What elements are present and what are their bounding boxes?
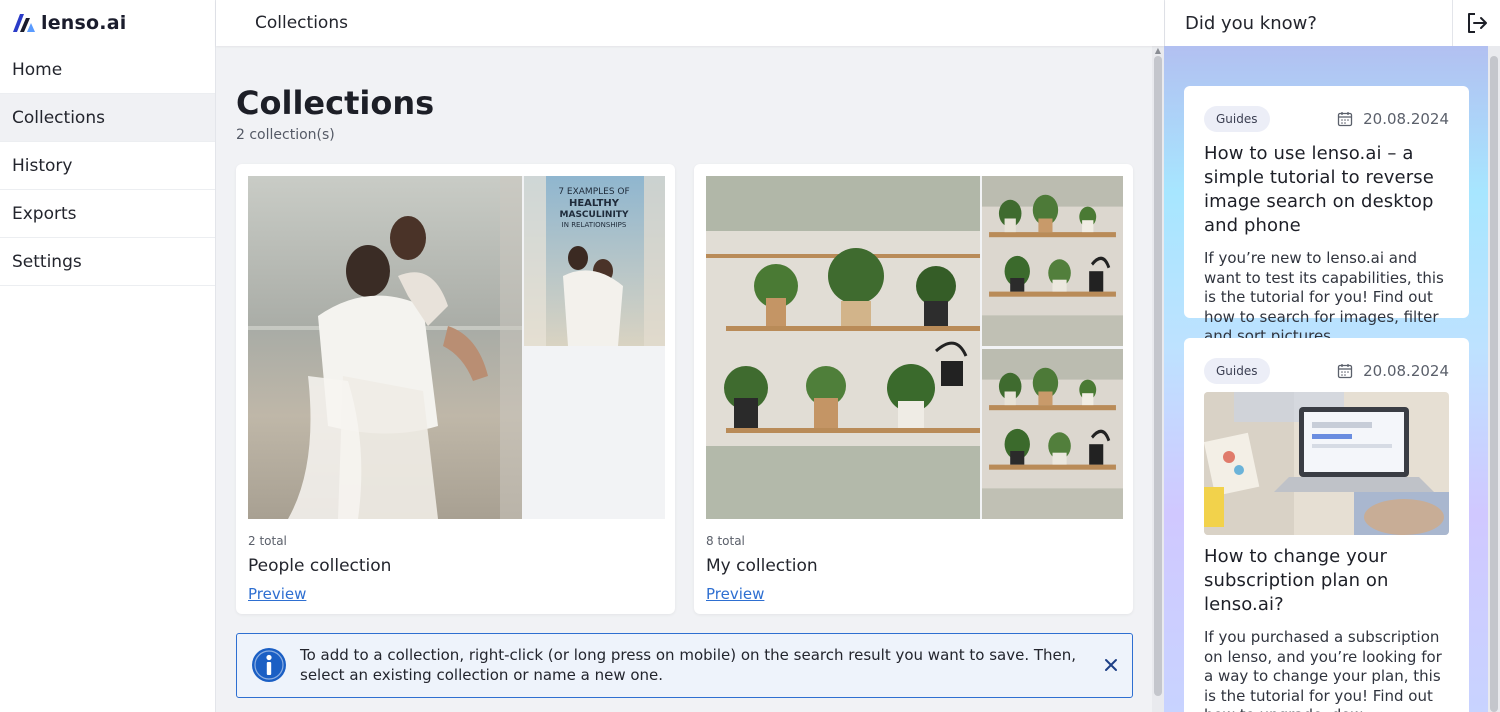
main-content: Collections 2 collection(s) 7 EXAMPLES O… [216,46,1152,712]
svg-text:IN RELATIONSHIPS: IN RELATIONSHIPS [562,221,627,229]
collection-name: My collection [706,556,818,576]
logo[interactable]: lenso.ai [0,0,215,46]
info-icon [252,648,286,682]
info-text: To add to a collection, right-click (or … [300,646,1077,684]
sidebar: lenso.ai Home Collections History Export… [0,0,216,712]
article-date-text: 20.08.2024 [1363,110,1449,128]
logo-text: lenso.ai [41,12,127,34]
article-card[interactable]: Guides 20.08.2024 How to change your sub… [1184,338,1469,712]
article-thumbnail[interactable] [1204,392,1449,535]
svg-text:MASCULINITY: MASCULINITY [560,210,629,220]
scroll-up-icon[interactable]: ▲ [1154,47,1162,55]
sidebar-item-history[interactable]: History [0,142,215,190]
svg-text:HEALTHY: HEALTHY [569,198,620,209]
collection-total: 2 total [248,534,287,548]
article-title[interactable]: How to change your subscription plan on … [1204,545,1449,617]
scrollbar-thumb[interactable] [1490,56,1498,712]
collection-thumbnails[interactable] [706,176,1123,519]
collection-name: People collection [248,556,392,576]
sidebar-item-home[interactable]: Home [0,46,215,94]
collection-card[interactable]: 8 total My collection Preview [694,164,1133,614]
preview-link[interactable]: Preview [248,585,306,603]
logout-icon [1467,13,1487,33]
category-badge: Guides [1204,106,1270,132]
collection-card[interactable]: 7 EXAMPLES OF HEALTHY MASCULINITY IN REL… [236,164,675,614]
did-you-know-panel: Guides 20.08.2024 How to use lenso.ai – … [1164,46,1488,712]
lenso-logo-icon [13,14,35,32]
topbar: Collections [216,0,1164,46]
right-panel-scrollbar[interactable] [1488,46,1500,712]
article-date: 20.08.2024 [1337,110,1449,128]
article-date: 20.08.2024 [1337,362,1449,380]
sidebar-item-settings[interactable]: Settings [0,238,215,286]
calendar-icon [1337,112,1353,127]
sidebar-item-exports[interactable]: Exports [0,190,215,238]
category-badge: Guides [1204,358,1270,384]
right-panel-header: Did you know? [1164,0,1500,46]
article-excerpt: If you purchased a subscription on lenso… [1204,628,1442,712]
collection-total: 8 total [706,534,745,548]
article-title[interactable]: How to use lenso.ai – a simple tutorial … [1204,142,1449,238]
collection-thumbnails[interactable]: 7 EXAMPLES OF HEALTHY MASCULINITY IN REL… [248,176,665,519]
collection-preview-image [706,176,1123,519]
calendar-icon [1337,364,1353,379]
article-card[interactable]: Guides 20.08.2024 How to use lenso.ai – … [1184,86,1469,345]
collection-preview-image: 7 EXAMPLES OF HEALTHY MASCULINITY IN REL… [248,176,665,519]
main-scrollbar[interactable]: ▲ [1152,46,1164,712]
right-panel-title: Did you know? [1185,12,1317,34]
page-title: Collections [236,84,435,122]
sidebar-item-collections[interactable]: Collections [0,94,215,142]
preview-link[interactable]: Preview [706,585,764,603]
info-banner: To add to a collection, right-click (or … [236,633,1133,698]
close-icon[interactable] [1102,656,1120,674]
article-date-text: 20.08.2024 [1363,362,1449,380]
article-image [1204,392,1449,535]
svg-text:7 EXAMPLES OF: 7 EXAMPLES OF [558,187,629,197]
article-excerpt: If you’re new to lenso.ai and want to te… [1204,249,1444,345]
scrollbar-thumb[interactable] [1154,56,1162,696]
logout-button[interactable] [1452,0,1500,46]
collection-count: 2 collection(s) [236,127,335,143]
topbar-title: Collections [255,13,348,33]
